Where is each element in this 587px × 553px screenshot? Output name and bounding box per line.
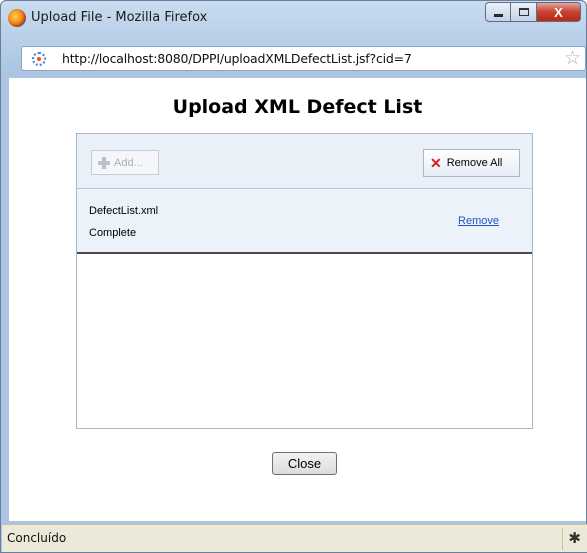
add-button-label: Add...: [114, 156, 143, 169]
star-icon[interactable]: ☆: [564, 47, 581, 70]
minimize-button[interactable]: [485, 2, 511, 22]
status-text: Concluído: [7, 531, 67, 545]
address-bar[interactable]: http://localhost:8080/DPPI/uploadXMLDefe…: [21, 46, 586, 71]
close-icon: X: [554, 4, 563, 20]
maximize-button[interactable]: [511, 2, 537, 22]
close-window-button[interactable]: X: [537, 2, 581, 22]
title-bar[interactable]: Upload File - Mozilla Firefox X: [1, 1, 586, 35]
page-title: Upload XML Defect List: [172, 96, 423, 118]
upload-toolbar: Add... ✕ Remove All: [77, 134, 532, 189]
status-divider: [562, 528, 563, 550]
maximize-icon: [518, 8, 529, 16]
file-name: DefectList.xml: [89, 205, 159, 217]
file-upload-panel: Add... ✕ Remove All DefectList.xml Compl…: [76, 133, 533, 429]
remove-file-link[interactable]: Remove: [458, 215, 499, 227]
page-content: Upload XML Defect List Add... ✕ Remove A…: [9, 78, 586, 521]
loading-icon: [32, 52, 46, 66]
upload-file-item: DefectList.xml Complete Remove: [77, 189, 532, 254]
plus-icon: [98, 156, 110, 169]
add-file-button[interactable]: Add...: [91, 150, 159, 175]
browser-window: Upload File - Mozilla Firefox X http://l…: [0, 0, 587, 553]
remove-all-label: Remove All: [446, 157, 503, 169]
minimize-icon: [493, 14, 503, 17]
window-controls: X: [485, 2, 581, 23]
remove-all-button[interactable]: ✕ Remove All: [423, 149, 520, 177]
firefox-icon: [8, 9, 26, 27]
status-bar: Concluído ✱: [2, 524, 587, 552]
close-button[interactable]: Close: [272, 452, 337, 475]
addon-bar-icon[interactable]: ✱: [568, 529, 581, 547]
file-status: Complete: [89, 227, 137, 239]
url-field[interactable]: http://localhost:8080/DPPI/uploadXMLDefe…: [62, 51, 412, 66]
window-title: Upload File - Mozilla Firefox: [31, 10, 208, 25]
x-icon: ✕: [430, 155, 442, 171]
